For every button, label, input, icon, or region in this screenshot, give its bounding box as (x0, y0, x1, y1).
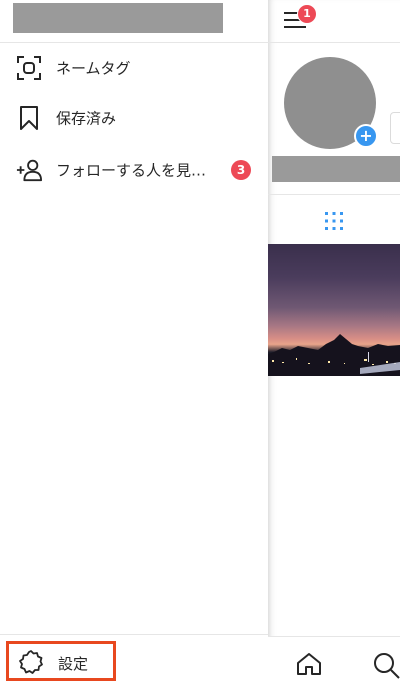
hamburger-line (284, 26, 306, 28)
post-thumbnail[interactable] (268, 244, 400, 376)
drawer-header (0, 0, 268, 43)
add-person-icon (16, 159, 42, 182)
nametag-icon (17, 56, 41, 80)
menu-item-discover-people[interactable]: フォローする人を見… 3 (0, 145, 268, 195)
menu-item-saved[interactable]: 保存済み (0, 93, 268, 143)
home-icon[interactable] (296, 652, 322, 676)
bookmark-icon (20, 106, 38, 130)
settings-label: 設定 (58, 655, 89, 673)
menu-item-label: ネームタグ (56, 59, 131, 78)
redacted-display-name (272, 156, 400, 182)
redacted-username (13, 3, 223, 33)
bottom-tab-bar (268, 636, 400, 687)
settings-button[interactable]: 設定 (6, 641, 116, 681)
profile-tabs (268, 194, 400, 245)
notification-badge: 1 (297, 4, 317, 24)
search-icon[interactable] (372, 651, 400, 679)
gear-icon (19, 650, 43, 674)
menu-item-label: フォローする人を見… (56, 161, 207, 180)
add-story-button[interactable]: + (354, 124, 378, 148)
menu-item-nametag[interactable]: ネームタグ (0, 43, 268, 93)
sunset-landscape-image (268, 334, 400, 376)
profile-header: 1 (268, 0, 400, 43)
notification-badge: 3 (231, 160, 251, 180)
profile-page: 1 + (268, 0, 400, 687)
grid-icon[interactable] (324, 211, 344, 231)
edit-profile-button[interactable] (390, 112, 400, 144)
drawer-footer: 設定 (0, 634, 268, 687)
side-drawer: ネームタグ 保存済み フォローする人を見… 3 設定 (0, 0, 268, 686)
menu-item-label: 保存済み (56, 109, 117, 128)
